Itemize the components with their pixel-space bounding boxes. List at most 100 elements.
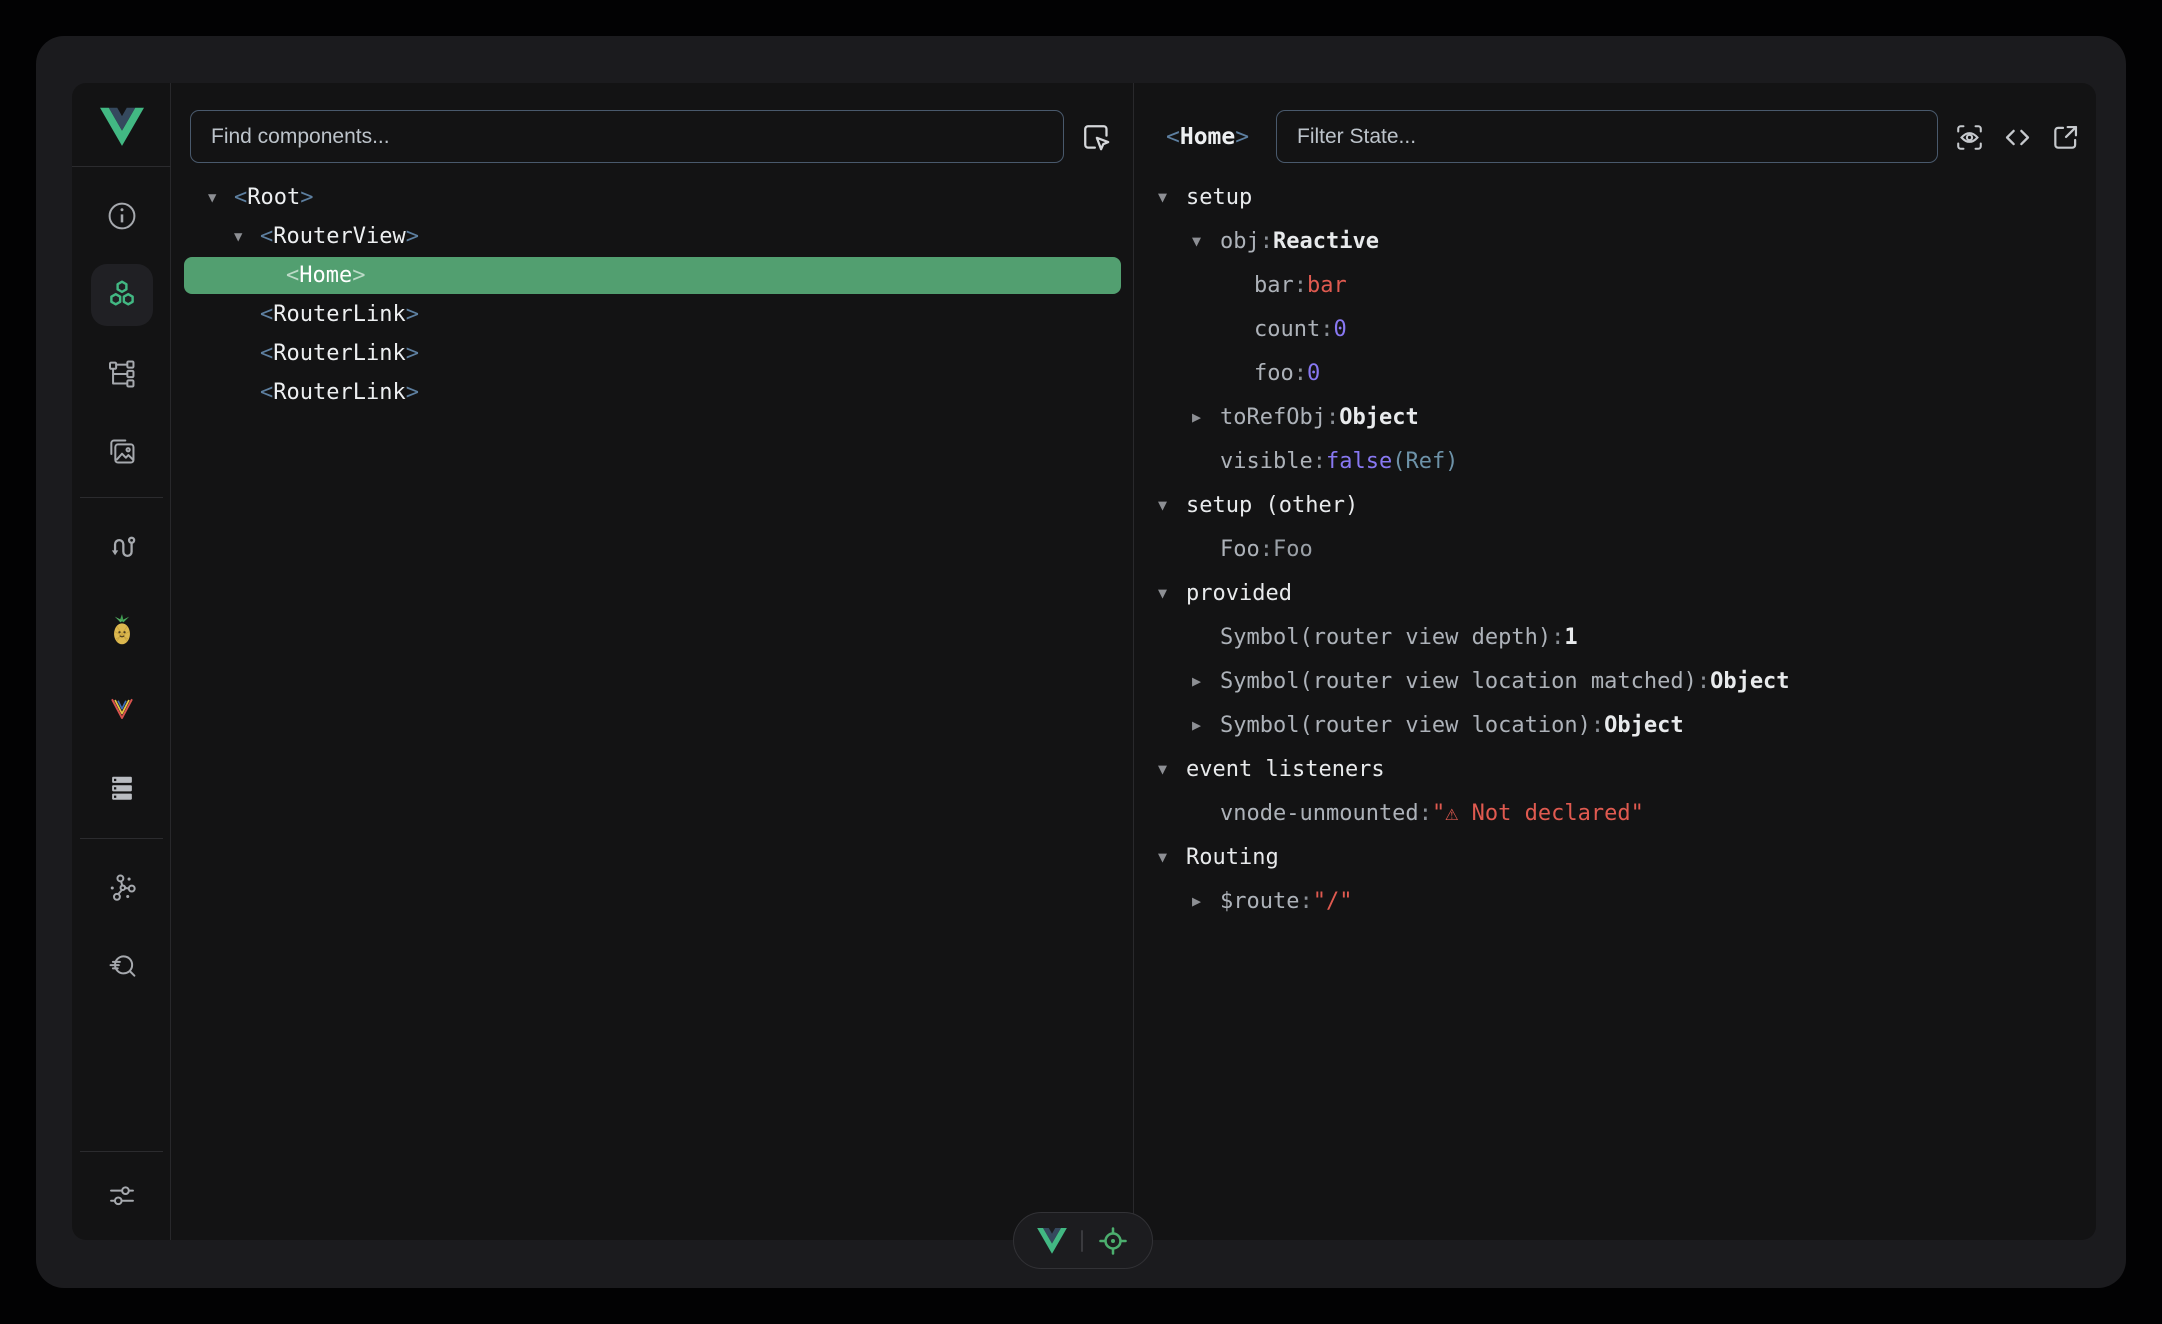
state-section-label: Routing [1186,845,1279,870]
state-value: "⚠ Not declared" [1432,801,1644,826]
tree-node-routerview[interactable]: ▼RouterView [172,217,1133,256]
state-value: Object [1339,405,1418,430]
sidebar-item-vue-plugin[interactable] [72,678,171,738]
route-icon [91,517,153,579]
code-icon [2001,121,2034,154]
key-value-separator [1697,669,1710,694]
rainbow-v-icon [91,677,153,739]
sidebar-item-inspect[interactable] [72,937,171,997]
expander-collapsed-icon: ▶ [1192,408,1220,426]
devtools-content: ▼Root▼RouterViewHomeRouterLinkRouterLink… [72,83,2096,1240]
state-value: 1 [1564,625,1577,650]
state-row-vnode-unmounted: vnode-unmounted"⚠ Not declared" [1134,791,2096,835]
key-value-separator [1260,537,1273,562]
inspect-dom-button[interactable] [1950,118,1988,156]
ref-annotation: (Ref) [1392,449,1458,474]
state-key: count [1254,317,1320,342]
sidebar-item-info[interactable] [72,186,171,246]
key-value-separator [1326,405,1339,430]
sidebar-item-pages[interactable] [72,344,171,404]
tree-node-home[interactable]: Home [172,256,1133,295]
component-inspector-button[interactable] [1097,1225,1129,1257]
code-button[interactable] [1998,118,2036,156]
expander-expanded-icon: ▼ [1158,584,1186,602]
sidebar-item-pinia[interactable] [72,600,171,660]
tree-node-routerlink[interactable]: RouterLink [172,295,1133,334]
state-value: Object [1710,669,1789,694]
select-component-icon [1079,120,1113,154]
state-section-setup[interactable]: ▼setup [1134,175,2096,219]
sidebar-item-assets[interactable] [72,422,171,482]
state-key: visible [1220,449,1313,474]
rail-divider [80,497,163,498]
components-icon [91,264,153,326]
state-key: foo [1254,361,1294,386]
inspect-dom-icon [1953,121,1986,154]
state-row-visible: visiblefalse(Ref) [1134,439,2096,483]
open-in-editor-button[interactable] [2046,118,2084,156]
tree-node-routerlink[interactable]: RouterLink [172,373,1133,412]
tree-node-routerlink[interactable]: RouterLink [172,334,1133,373]
expander-expanded-icon[interactable]: ▼ [234,229,260,245]
expander-expanded-icon[interactable]: ▼ [208,190,234,206]
component-tag-label: RouterLink [260,341,419,366]
state-value: 0 [1333,317,1346,342]
state-value: 0 [1307,361,1320,386]
inspect-search-icon [91,936,153,998]
settings-sliders-icon [91,1165,153,1227]
expander-expanded-icon: ▼ [1158,496,1186,514]
sidebar-item-router[interactable] [72,518,171,578]
state-section-routing[interactable]: ▼Routing [1134,835,2096,879]
expander-collapsed-icon: ▶ [1192,716,1220,734]
key-value-separator [1320,317,1333,342]
sidebar-item-components[interactable] [72,265,171,325]
state-section-setup-other-[interactable]: ▼setup (other) [1134,483,2096,527]
state-row-obj[interactable]: ▼objReactive [1134,219,2096,263]
state-section-label: event listeners [1186,757,1385,782]
state-section-label: setup [1186,185,1252,210]
sidebar-item-server[interactable] [72,758,171,818]
rail-divider [80,838,163,839]
filter-state-input[interactable] [1276,110,1938,163]
expander-collapsed-icon: ▶ [1192,672,1220,690]
sidebar-item-settings[interactable] [72,1166,171,1226]
expander-expanded-icon: ▼ [1158,188,1186,206]
tree-node-root[interactable]: ▼Root [172,178,1133,217]
sidebar-rail [72,83,171,1240]
expander-expanded-icon: ▼ [1158,848,1186,866]
info-icon [91,185,153,247]
state-row-bar: barbar [1134,263,2096,307]
state-key: Symbol(router view location) [1220,713,1591,738]
state-row-symbol-router-view-depth-: Symbol(router view depth)1 [1134,615,2096,659]
state-key: Foo [1220,537,1260,562]
state-row-foo: Foo Foo [1134,527,2096,571]
assets-icon [91,421,153,483]
component-tag-label: RouterLink [260,302,419,327]
vue-toggle-button[interactable] [1037,1228,1067,1254]
find-components-input[interactable] [190,110,1064,163]
state-row-$route[interactable]: ▶$route"/" [1134,879,2096,923]
component-tag-label: Home [286,263,365,288]
vue-logo [72,103,171,151]
state-row-count: count 0 [1134,307,2096,351]
key-value-separator [1419,801,1432,826]
component-tag-label: RouterView [260,224,419,249]
graph-network-icon [91,857,153,919]
component-tag-label: Root [234,185,313,210]
vue-devtools-app: ▼Root▼RouterViewHomeRouterLinkRouterLink… [0,0,2162,1324]
select-component-button[interactable] [1077,118,1115,156]
expander-expanded-icon: ▼ [1158,760,1186,778]
state-row-torefobj[interactable]: ▶toRefObjObject [1134,395,2096,439]
state-row-symbol-router-view-location-matched-[interactable]: ▶Symbol(router view location matched)Obj… [1134,659,2096,703]
pill-divider [1081,1230,1083,1252]
state-value: Foo [1273,537,1313,562]
state-section-label: setup (other) [1186,493,1358,518]
state-key: obj [1220,229,1260,254]
state-header: Home [1134,110,2096,163]
state-section-event-listeners[interactable]: ▼event listeners [1134,747,2096,791]
rail-divider [80,1151,163,1152]
state-row-symbol-router-view-location-[interactable]: ▶Symbol(router view location)Object [1134,703,2096,747]
sidebar-item-graph[interactable] [72,858,171,918]
expander-collapsed-icon: ▶ [1192,892,1220,910]
state-section-provided[interactable]: ▼provided [1134,571,2096,615]
